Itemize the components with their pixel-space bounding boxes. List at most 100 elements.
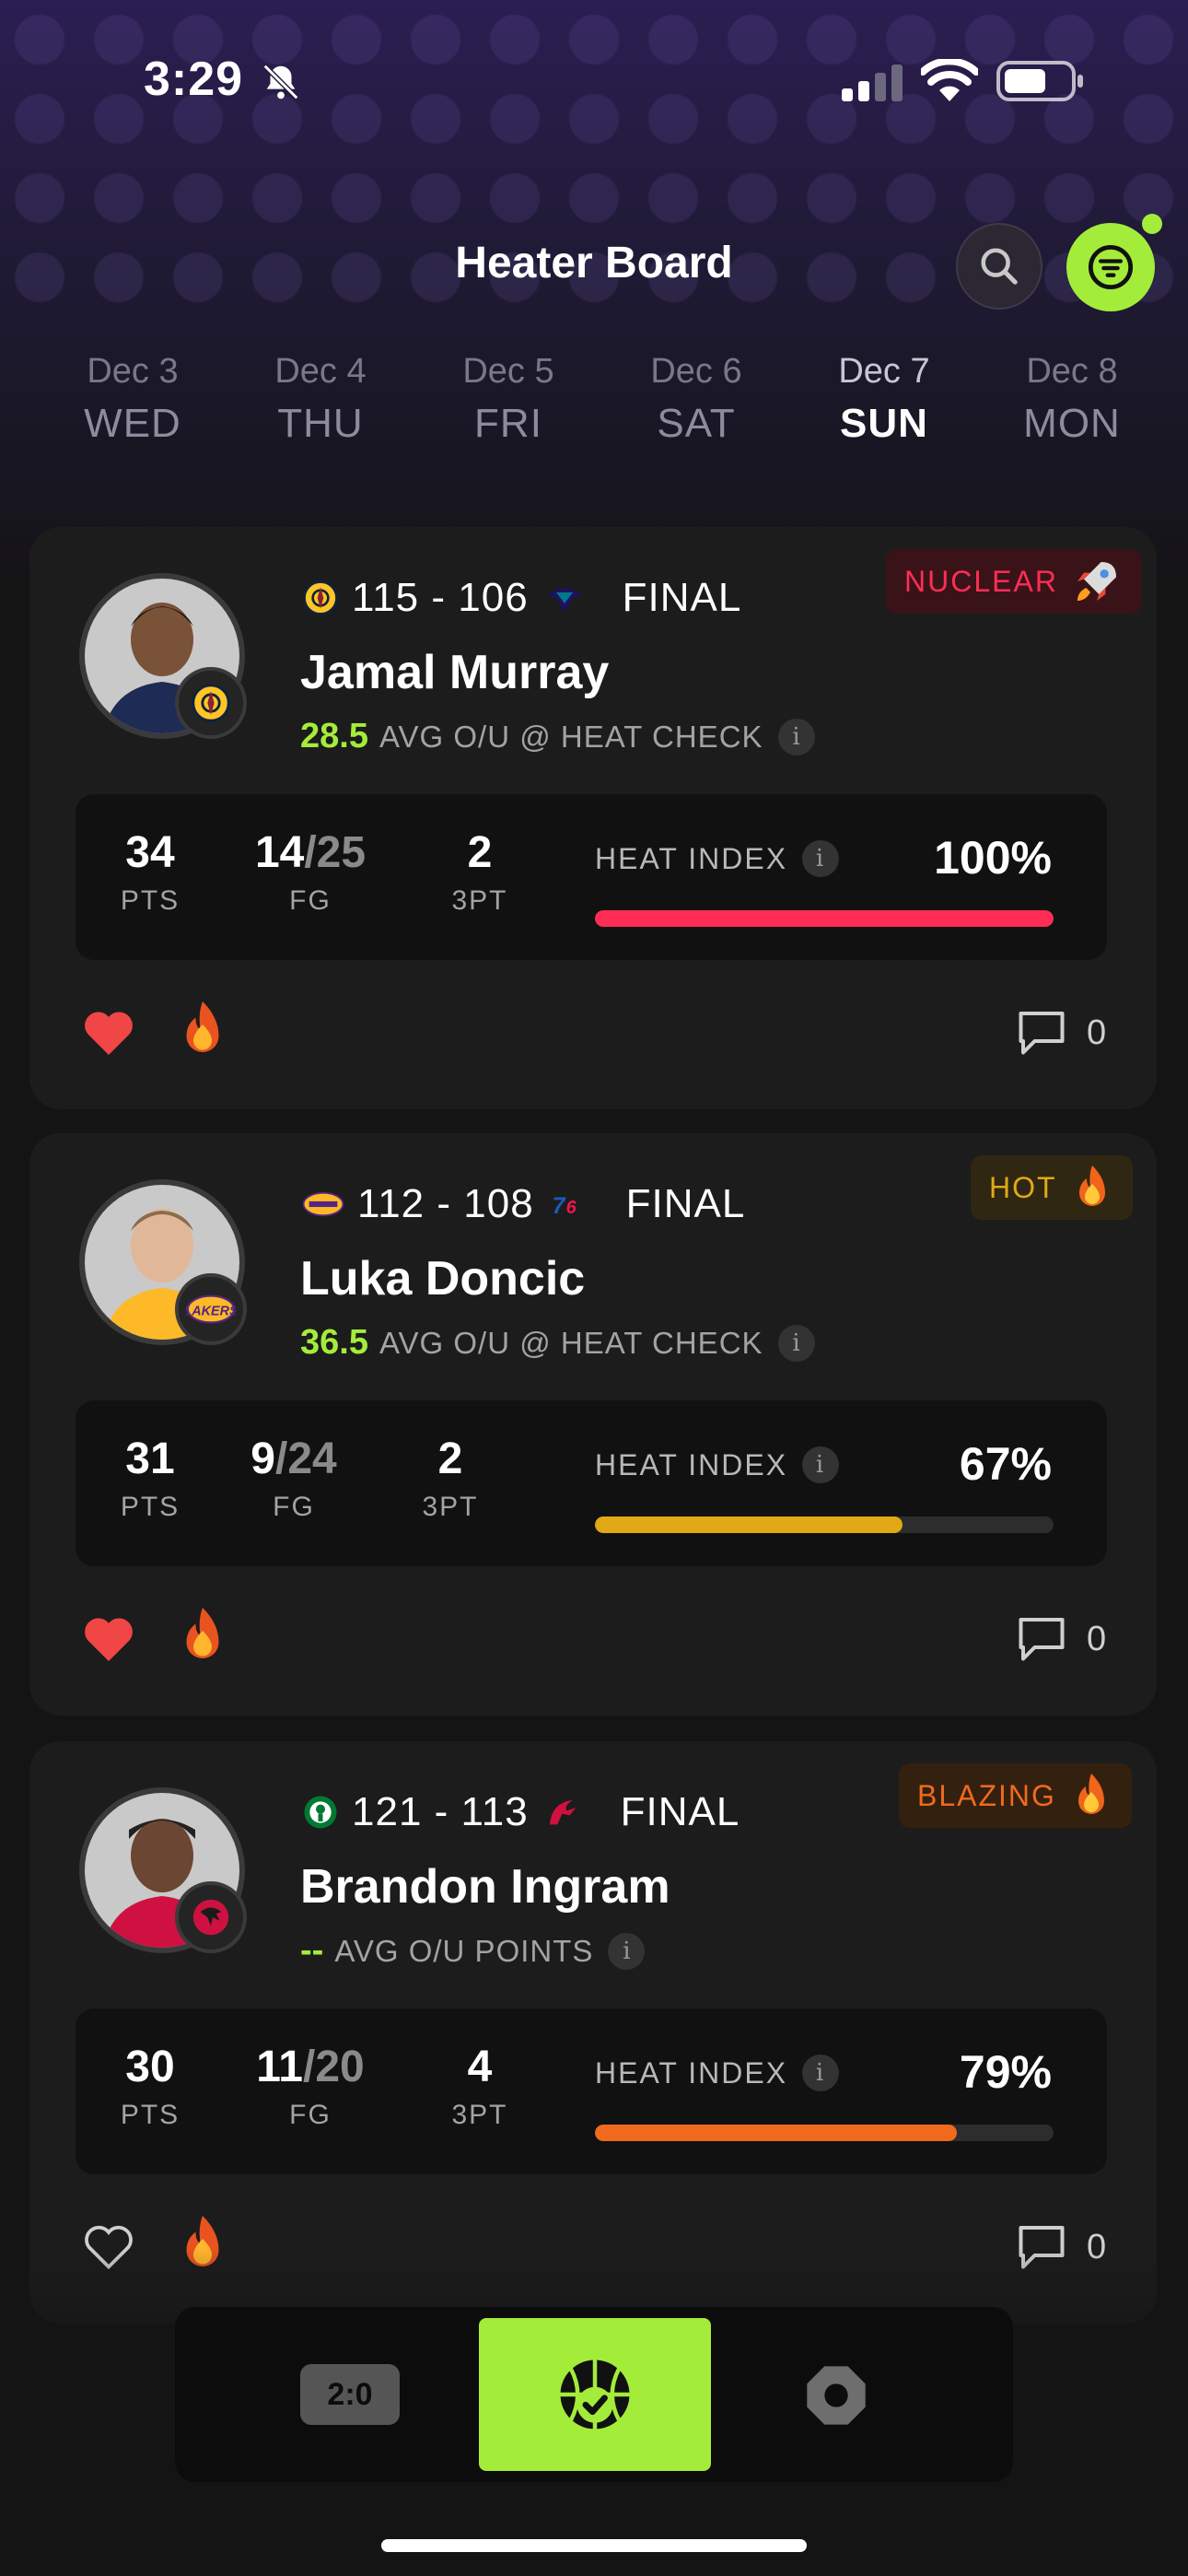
hornets-logo-icon [547,588,581,612]
fire-icon[interactable] [175,999,230,1060]
heat-index-text: HEAT INDEX [595,2055,788,2090]
ou-value: 36.5 [300,1323,368,1362]
comment-count: 0 [1087,1013,1107,1052]
heat-index-fill [595,2125,958,2141]
heat-index-value: 67% [959,1438,1052,1490]
info-icon[interactable]: i [777,718,815,755]
info-icon[interactable]: i [608,1932,646,1970]
date-selector: Dec 3 WED Dec 4 THU Dec 5 FRI Dec 6 SAT Dec … [59,352,1146,447]
stat-label: FG [289,885,332,916]
fg-made: 14 [254,828,305,877]
info-icon[interactable]: i [802,2055,840,2091]
heat-index-label: HEAT INDEX i [595,1446,840,1483]
settings-icon[interactable] [801,2360,871,2430]
player-card[interactable]: LAKERS 112 - 108 76 FINAL Luka Doncic 36… [29,1133,1157,1715]
stat-field-goals: 11/20 FG [241,2042,379,2131]
stat-points: 34 PTS [99,827,201,917]
stat-label: FG [289,2100,332,2130]
tier-label: BLAZING [917,1778,1056,1812]
tier-badge: NUCLEAR [886,549,1141,614]
date-tab[interactable]: Dec 5 FRI [435,352,582,447]
tier-badge: BLAZING [899,1763,1132,1828]
fire-icon[interactable] [175,1605,230,1666]
comment-count: 0 [1087,1620,1107,1658]
wifi-icon [921,59,978,101]
date-tab[interactable]: Dec 6 SAT [623,352,770,447]
ou-row: -- AVG O/U POINTS i [300,1931,646,1971]
home-indicator [381,2539,807,2552]
comment-icon[interactable] [1013,1004,1070,1060]
stat-label: 3PT [451,2100,508,2130]
raptors-logo-icon [192,1899,229,1936]
fg-made: 11 [256,2043,303,2091]
nuggets-logo-icon [303,580,338,615]
ou-label: AVG O/U @ HEAT CHECK [379,1325,763,1360]
date-tab[interactable]: Dec 4 THU [247,352,394,447]
stat-value: 9/24 [234,1434,354,1484]
heat-index-label: HEAT INDEX i [595,840,840,877]
game-status: FINAL [625,1181,746,1226]
svg-text:6: 6 [565,1198,577,1218]
heart-filled-icon[interactable] [81,1006,136,1058]
player-card[interactable]: 121 - 113 FINAL Brandon Ingram -- AVG O/… [29,1741,1157,2324]
fg-attempted: 25 [316,828,367,877]
status-bar: 3:29 [0,44,1188,118]
ou-row: 28.5 AVG O/U @ HEAT CHECK i [300,717,815,756]
comment-icon[interactable] [1013,1610,1070,1666]
stat-value: 31 [125,1434,175,1483]
score-text: 112 - 108 [357,1181,534,1226]
ou-value: -- [300,1931,324,1970]
nav-scores-button[interactable]: 2:0 [300,2364,400,2425]
svg-text:7: 7 [552,1193,565,1219]
fg-separator: / [303,2043,316,2091]
battery-icon [996,61,1083,101]
game-score: 115 - 106 FINAL [302,575,741,621]
heat-index-label: HEAT INDEX i [595,2055,840,2091]
stat-value: 2 [467,828,493,877]
date-tab-weekday: MON [1023,401,1121,446]
player-card[interactable]: 115 - 106 FINAL Jamal Murray 28.5 AVG O/… [29,527,1157,1109]
heat-index-bar [595,2125,1054,2141]
score-text: 121 - 113 [352,1789,529,1834]
heart-filled-icon[interactable] [81,1612,136,1664]
date-tab-weekday: WED [84,401,181,446]
date-tab-weekday: SAT [657,401,736,446]
celtics-logo-icon [304,1796,337,1829]
heat-index-bar [595,910,1054,927]
stat-field-goals: 14/25 FG [241,827,379,917]
date-tab[interactable]: Dec 8 MON [998,352,1146,447]
svg-text:LAKERS: LAKERS [186,1304,236,1318]
date-tab-day: Dec 4 [274,352,367,391]
bell-muted-icon [262,64,299,100]
nuggets-logo-icon [192,684,230,722]
tier-badge: HOT [971,1155,1133,1220]
stat-label: PTS [120,2100,181,2130]
heat-index-text: HEAT INDEX [595,1447,788,1481]
stat-label: FG [273,1492,315,1522]
search-icon [981,248,1018,285]
team-badge [175,1881,247,1953]
fg-separator: / [304,828,317,877]
ou-label: AVG O/U @ HEAT CHECK [379,719,763,754]
ou-label: AVG O/U POINTS [334,1933,594,1968]
heat-index-bar [595,1516,1054,1533]
stats-panel: 31 PTS 9/24 FG 2 3PT HEAT INDEX i 67% [76,1400,1107,1566]
date-tab-day: Dec 5 [462,352,554,391]
stat-label: 3PT [422,1492,479,1522]
filter-button[interactable] [1066,223,1155,311]
stat-points: 30 PTS [99,2042,201,2131]
date-tab[interactable]: Dec 3 WED [59,352,206,447]
search-button[interactable] [956,223,1042,310]
ou-value: 28.5 [300,717,368,755]
info-icon[interactable]: i [777,1324,815,1362]
date-tab-selected[interactable]: Dec 7 SUN [810,352,958,447]
date-tab-day: Dec 6 [650,352,742,391]
filter-active-indicator [1142,214,1162,234]
stat-field-goals: 9/24 FG [234,1434,354,1523]
stat-value: 14/25 [241,827,379,878]
info-icon[interactable]: i [802,1446,840,1483]
nav-heater-board-button[interactable] [479,2318,711,2471]
basketball-check-icon [560,2359,630,2430]
player-name: Brandon Ingram [300,1860,670,1914]
info-icon[interactable]: i [802,840,840,877]
